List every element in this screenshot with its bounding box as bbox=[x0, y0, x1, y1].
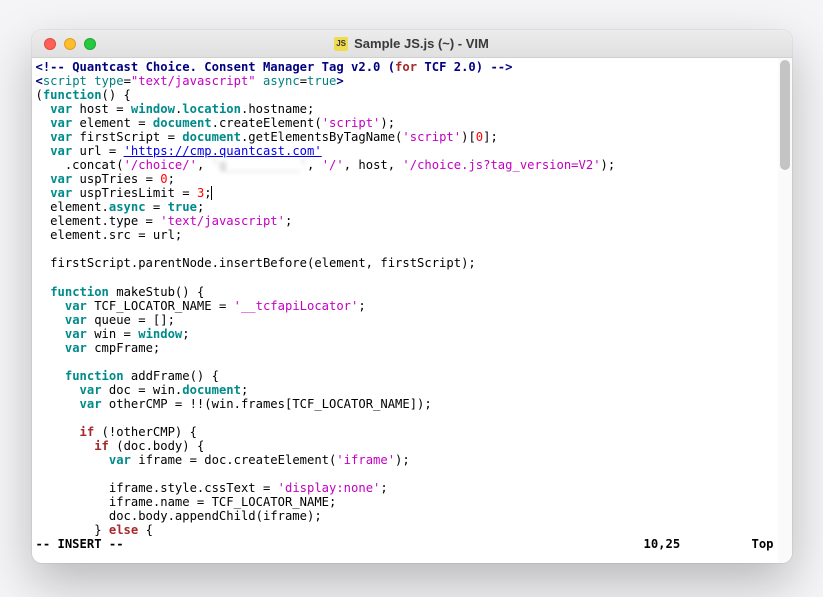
editor-viewport[interactable]: <!-- Quantcast Choice. Consent Manager T… bbox=[32, 58, 792, 563]
code-area[interactable]: <!-- Quantcast Choice. Consent Manager T… bbox=[32, 58, 778, 537]
scroll-position: Top bbox=[734, 537, 774, 551]
vim-mode: -- INSERT -- bbox=[36, 537, 124, 551]
titlebar: JS Sample JS.js (~) - VIM bbox=[32, 30, 792, 58]
vim-window: JS Sample JS.js (~) - VIM <!-- Quantcast… bbox=[32, 30, 792, 563]
cursor bbox=[211, 186, 212, 200]
window-title-text: Sample JS.js (~) - VIM bbox=[354, 36, 489, 51]
zoom-icon[interactable] bbox=[84, 38, 96, 50]
window-title: JS Sample JS.js (~) - VIM bbox=[32, 36, 792, 51]
cursor-position: 10,25 bbox=[644, 537, 734, 551]
close-icon[interactable] bbox=[44, 38, 56, 50]
js-file-icon: JS bbox=[334, 37, 348, 51]
scrollbar-thumb[interactable] bbox=[780, 60, 790, 170]
traffic-lights bbox=[32, 38, 96, 50]
scrollbar[interactable] bbox=[778, 58, 792, 563]
minimize-icon[interactable] bbox=[64, 38, 76, 50]
status-line: -- INSERT -- 10,25 Top bbox=[32, 537, 778, 555]
